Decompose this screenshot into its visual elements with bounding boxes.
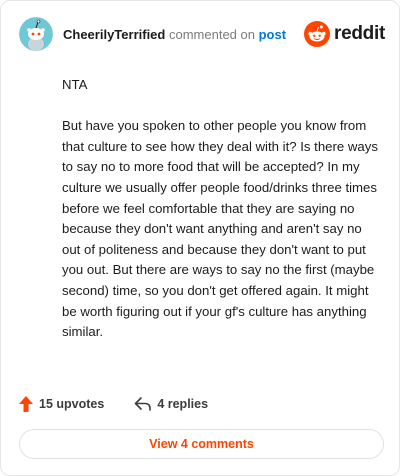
comment-body: NTA But have you spoken to other people …: [62, 75, 382, 363]
replies-button[interactable]: 4 replies: [134, 397, 208, 411]
post-link[interactable]: post: [259, 27, 286, 42]
comment-card: CheerilyTerrified commented on post redd…: [0, 0, 400, 476]
snoo-avatar-icon: [19, 17, 53, 51]
reply-arrow-icon: [135, 397, 152, 411]
comment-header: CheerilyTerrified commented on post redd…: [19, 15, 385, 53]
byline: CheerilyTerrified commented on post: [63, 27, 286, 42]
action-text: commented on: [168, 26, 255, 42]
reddit-wordmark: reddit: [334, 23, 385, 44]
avatar[interactable]: [19, 17, 53, 51]
comment-footer: 15 upvotes 4 replies: [19, 393, 208, 415]
reply-count: 4 replies: [157, 397, 209, 411]
upvote-count: 15 upvotes: [39, 397, 105, 411]
reddit-logo-icon: [304, 21, 331, 47]
username-link[interactable]: CheerilyTerrified: [63, 27, 165, 42]
upvote-arrow-icon: [19, 396, 33, 412]
upvote-button[interactable]: 15 upvotes: [19, 396, 104, 412]
comment-paragraph: But have you spoken to other people you …: [62, 118, 378, 340]
view-comments-button[interactable]: View 4 comments: [19, 429, 384, 459]
reddit-logo[interactable]: reddit: [304, 21, 385, 47]
comment-paragraph: NTA: [62, 77, 88, 92]
